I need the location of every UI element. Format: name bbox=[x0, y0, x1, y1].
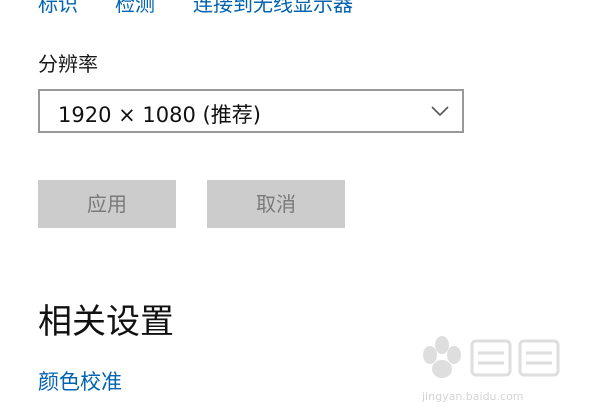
connect-wireless-display-link[interactable]: 连接到无线显示器 bbox=[193, 0, 353, 17]
color-calibration-link[interactable]: 颜色校准 bbox=[38, 366, 122, 396]
related-settings-heading: 相关设置 bbox=[38, 302, 174, 342]
baidu-jingyan-logo-icon bbox=[423, 336, 560, 378]
chevron-down-icon bbox=[431, 106, 449, 117]
cancel-button[interactable]: 取消 bbox=[207, 180, 345, 228]
resolution-selected-value: 1920 × 1080 (推荐) bbox=[58, 103, 261, 127]
apply-button[interactable]: 应用 bbox=[38, 180, 176, 228]
watermark: jingyan.baidu.com bbox=[420, 333, 570, 403]
watermark-url: jingyan.baidu.com bbox=[422, 390, 524, 403]
resolution-select[interactable]: 1920 × 1080 (推荐) bbox=[38, 89, 464, 133]
identify-link[interactable]: 标识 bbox=[38, 0, 78, 17]
detect-link[interactable]: 检测 bbox=[115, 0, 155, 17]
resolution-label: 分辨率 bbox=[38, 52, 98, 76]
